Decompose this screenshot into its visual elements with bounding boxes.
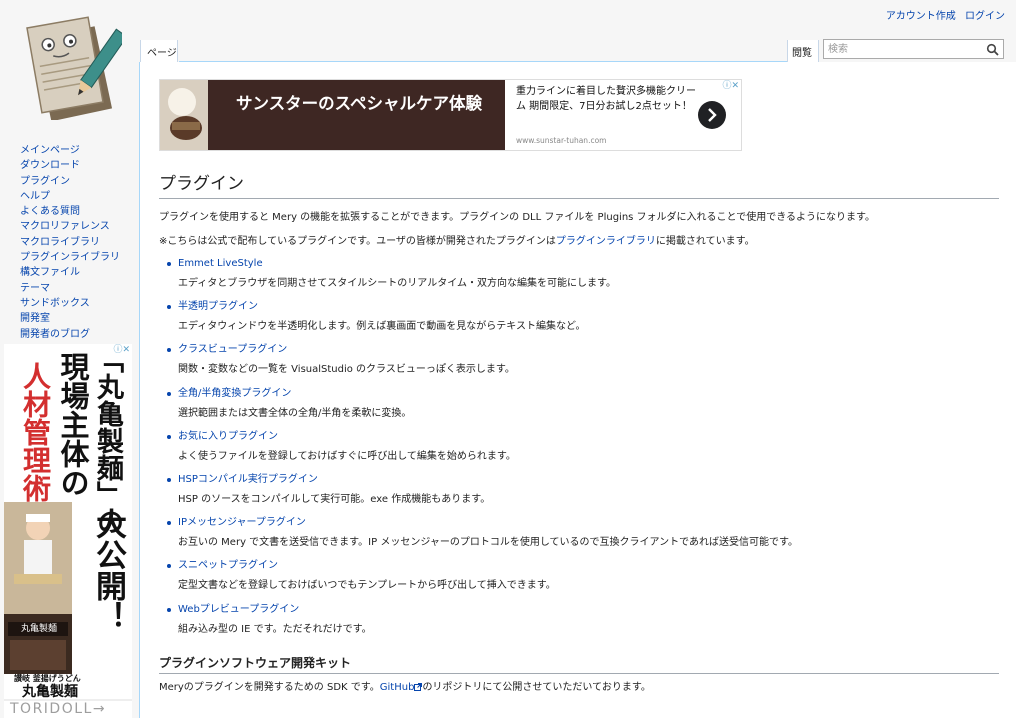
search-icon[interactable] [986,42,1000,56]
note-text: ※こちらは公式で配布しているプラグインです。ユーザの皆様が開発されたプラグインは… [159,235,755,249]
plugin-description: エディタウィンドウを半透明化します。例えば裏画面で動画を見ながらテキスト編集など… [178,321,586,333]
plugin-link[interactable]: お気に入りプラグイン [178,430,278,444]
personal-links: アカウント作成 ログイン [880,7,1005,22]
search-input[interactable] [824,40,990,58]
chevron-right-icon[interactable] [698,101,726,129]
ad-description: 重力ラインに着目した贅沢多機能クリーム 期間限定、7日分お試し2点セット！ [516,86,696,112]
bullet-icon [167,564,171,569]
note-pre: ※こちらは公式で配布しているプラグインです。ユーザの皆様が開発されたプラグインは [159,236,556,247]
sdk-heading: プラグインソフトウェア開発キット [159,655,999,674]
mery-logo-icon [26,16,128,122]
nav-item-theme[interactable]: テーマ [20,281,135,296]
list-item: IPメッセンジャープラグインお互いの Mery で文書を送受信できます。IP メ… [167,516,997,559]
ad-headline[interactable]: サンスターのスペシャルケア体験 [236,92,496,115]
bullet-icon [167,477,171,482]
nav-item-dev-blog[interactable]: 開発者のブログ [20,327,135,342]
plugin-description: HSP のソースをコンパイルして実行可能。exe 作成機能もあります。 [178,493,491,505]
plugin-link[interactable]: Emmet LiveStyle [178,257,263,271]
nav-item-help[interactable]: ヘルプ [20,189,135,204]
top-banner-ad[interactable]: サンスターのスペシャルケア体験 重力ラインに着目した贅沢多機能クリーム 期間限定… [159,79,742,151]
plugin-description: よく使うファイルを登録しておけばすぐに呼び出して編集を始められます。 [178,450,516,462]
bullet-icon [167,391,171,396]
plugin-description: 関数・変数などの一覧を VisualStudio のクラスビューっぽく表示します… [178,364,515,376]
ad-left-col3: 人材管理術 [19,362,52,502]
sidebar-nav: メインページ ダウンロード プラグイン ヘルプ よくある質問 マクロリファレンス… [20,143,135,342]
nav-item-sandbox[interactable]: サンドボックス [20,296,135,311]
ad-left-brand: 丸亀製麺 [22,684,78,700]
tab-view[interactable]: 閲覧 [787,40,819,62]
plugin-link[interactable]: Webプレビュープラグイン [178,603,299,617]
plugin-link[interactable]: クラスビュープラグイン [178,343,287,357]
sdk-post: のリポジトリにて公開させていただいております。 [422,682,651,693]
sdk-text: Meryのプラグインを開発するための SDK です。GitHub のリポジトリにて… [159,681,651,695]
nav-item-syntax-files[interactable]: 構文ファイル [20,265,135,280]
note-post: に掲載されています。 [655,236,755,247]
page-title: プラグイン [159,173,999,199]
ad-left-footer: TORIDOLL→ [10,701,107,717]
list-item: Webプレビュープラグイン組み込み型の IE です。ただそれだけです。 [167,603,997,646]
nav-item-plugin-library[interactable]: プラグインライブラリ [20,250,135,265]
list-item: クラスビュープラグイン関数・変数などの一覧を VisualStudio のクラス… [167,343,997,386]
bullet-icon [167,262,171,266]
plugin-description: 組み込み型の IE です。ただそれだけです。 [178,623,372,635]
nav-item-main-page[interactable]: メインページ [20,143,135,158]
bullet-icon [167,434,171,439]
tab-page[interactable]: ページ [140,40,178,62]
plugin-library-link[interactable]: プラグインライブラリ [556,236,656,247]
ad-left-col4: 大公開！ [90,508,126,632]
nav-item-download[interactable]: ダウンロード [20,158,135,173]
nav-item-dev-room[interactable]: 開発室 [20,311,135,326]
list-item: スニペットプラグイン定型文書などを登録しておけばいつでもテンプレートから呼び出し… [167,559,997,602]
bullet-icon [167,521,171,526]
list-item: Emmet LiveStyle エディタとブラウザを同期させてスタイルシートのリア… [167,257,997,300]
adchoices-icon[interactable]: ⓘ✕ [721,81,740,91]
site-logo[interactable] [22,8,128,122]
sidebar-ad[interactable]: ⓘ✕ 「丸亀製麺」の 現場主体の 人材管理術 大公開！ 丸亀製麺 讃岐 釜揚げう… [4,344,132,718]
github-link[interactable]: GitHub [380,682,415,693]
plugin-link[interactable]: スニペットプラグイン [178,559,278,573]
intro-text: プラグインを使用すると Mery の機能を拡張することができます。プラグインの … [159,212,876,223]
list-item: お気に入りプラグインよく使うファイルを登録しておけばすぐに呼び出して編集を始めら… [167,430,997,473]
ad-product-image [160,80,208,150]
plugin-description: エディタとブラウザを同期させてスタイルシートのリアルタイム・双方向な編集を可能に… [178,278,616,289]
ad-left-shop-sign: 丸亀製麺 [20,624,57,634]
plugin-list: Emmet LiveStyle エディタとブラウザを同期させてスタイルシートのリア… [167,257,997,646]
list-item: 半透明プラグインエディタウィンドウを半透明化します。例えば裏画面で動画を見ながら… [167,300,997,343]
nav-item-plugin[interactable]: プラグイン [20,174,135,189]
list-item: 全角/半角変換プラグイン選択範囲または文書全体の全角/半角を柔軟に変換。 [167,387,997,430]
ad-headline-panel: サンスターのスペシャルケア体験 [208,80,505,150]
ad-left-col2: 現場主体の [56,352,90,497]
create-account-link[interactable]: アカウント作成 [886,11,956,22]
plugin-link[interactable]: 半透明プラグイン [178,300,258,314]
bullet-icon [167,305,171,310]
main-content: サンスターのスペシャルケア体験 重力ラインに着目した贅沢多機能クリーム 期間限定… [139,62,1016,718]
plugin-description: お互いの Mery で文書を送受信できます。IP メッセンジャーのプロトコルを使… [178,537,799,549]
nav-item-macro-library[interactable]: マクロライブラリ [20,235,135,250]
nav-item-macro-reference[interactable]: マクロリファレンス [20,219,135,234]
plugin-link[interactable]: 全角/半角変換プラグイン [178,387,291,401]
list-item: HSPコンパイル実行プラグイン HSP のソースをコンパイルして実行可能。exe … [167,473,997,516]
plugin-description: 選択範囲または文書全体の全角/半角を柔軟に変換。 [178,407,412,419]
login-link[interactable]: ログイン [965,11,1005,22]
nav-item-faq[interactable]: よくある質問 [20,204,135,219]
ad-left-col1: 「丸亀製麺」の [92,346,123,535]
plugin-link[interactable]: IPメッセンジャープラグイン [178,516,306,530]
bullet-icon [167,348,171,353]
plugin-link[interactable]: HSPコンパイル実行プラグイン [178,473,318,487]
plugin-description: 定型文書などを登録しておけばいつでもテンプレートから呼び出して挿入できます。 [178,580,556,592]
search-box [823,39,1004,59]
ad-url: www.sunstar-tuhan.com [516,136,607,145]
sdk-pre: Meryのプラグインを開発するための SDK です。 [159,682,380,693]
bullet-icon [167,607,171,612]
